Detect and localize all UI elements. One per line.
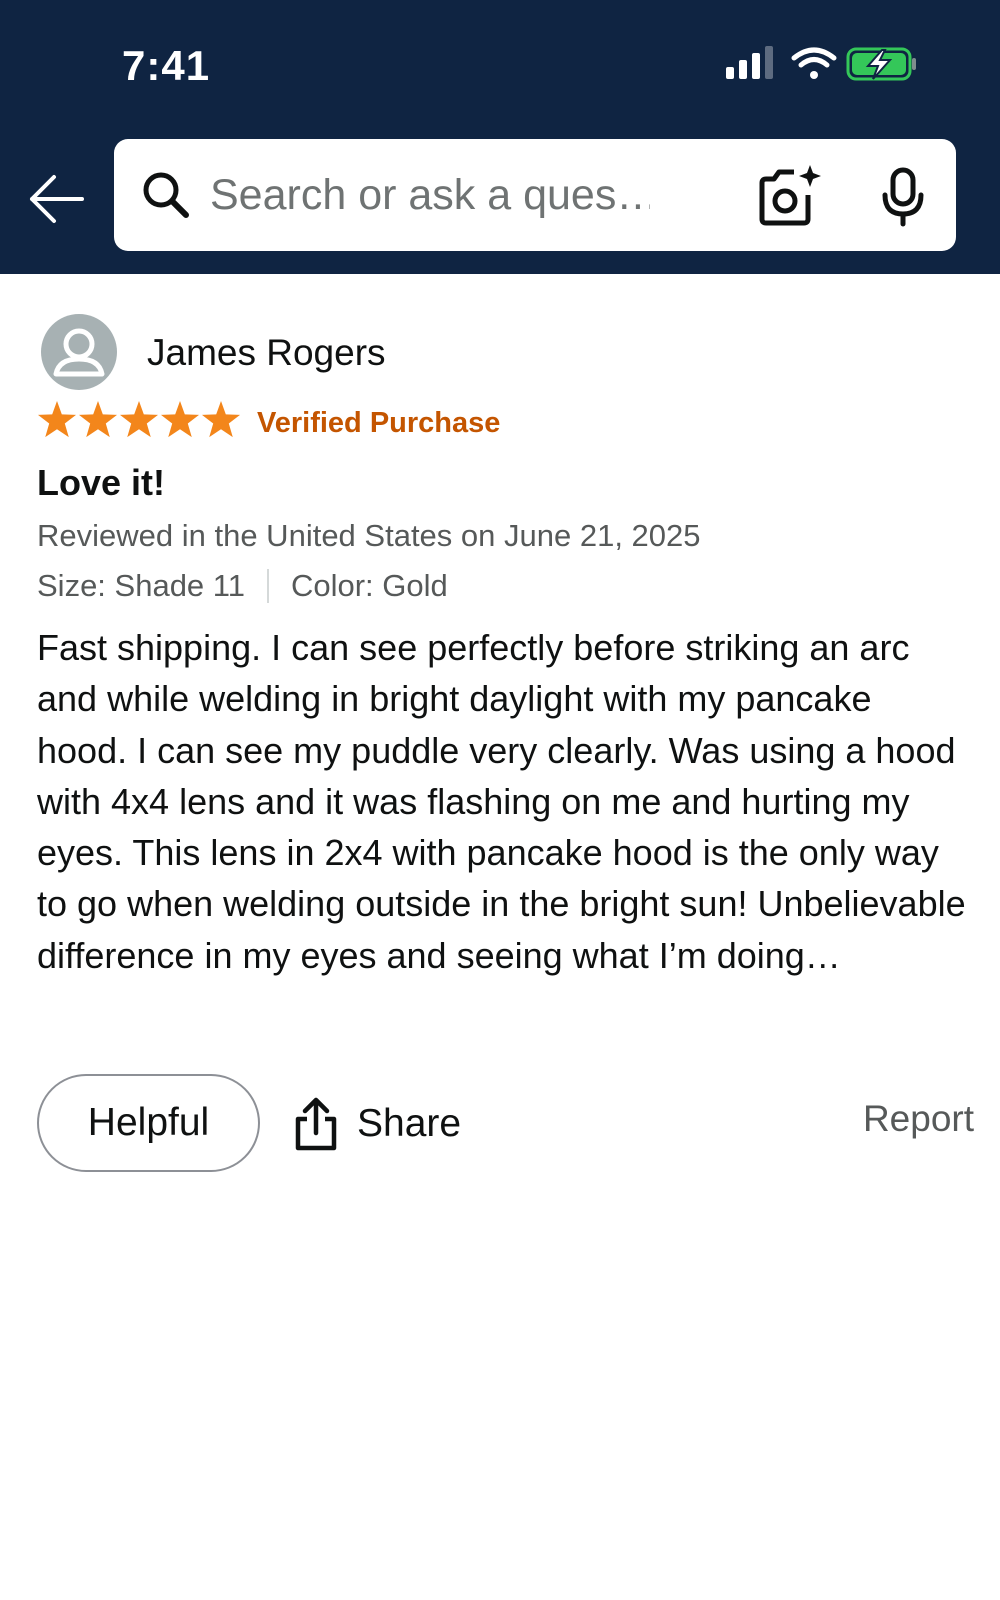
variant-divider bbox=[266, 569, 269, 603]
battery-charging-icon bbox=[846, 47, 916, 81]
star-icon bbox=[119, 401, 159, 438]
star-icon bbox=[160, 401, 200, 438]
search-icon bbox=[143, 172, 189, 218]
status-time: 7:41 bbox=[122, 42, 211, 89]
review-title: Love it! bbox=[37, 462, 166, 503]
top-header: 7:41 bbox=[0, 0, 1000, 274]
wifi-icon bbox=[791, 47, 837, 79]
helpful-button[interactable]: Helpful bbox=[37, 1074, 260, 1172]
microphone-icon[interactable] bbox=[880, 167, 926, 227]
search-input[interactable] bbox=[210, 163, 650, 227]
star-icon bbox=[201, 401, 241, 438]
variant-size: Size: Shade 11 bbox=[37, 568, 245, 603]
review-date: Reviewed in the United States on June 21… bbox=[37, 518, 701, 553]
status-icons bbox=[726, 46, 916, 81]
share-label: Share bbox=[357, 1102, 462, 1145]
report-link[interactable]: Report bbox=[863, 1098, 974, 1140]
star-rating bbox=[37, 401, 241, 438]
user-silhouette-icon bbox=[53, 328, 105, 377]
avatar[interactable] bbox=[41, 314, 117, 390]
star-icon bbox=[78, 401, 118, 438]
share-button[interactable]: Share bbox=[293, 1082, 461, 1166]
verified-purchase-badge: Verified Purchase bbox=[257, 407, 501, 439]
variant-info: Size: Shade 11 Color: Gold bbox=[37, 568, 448, 604]
variant-color: Color: Gold bbox=[290, 568, 448, 603]
camera-icon[interactable] bbox=[756, 165, 822, 227]
star-icon bbox=[37, 401, 77, 438]
review-body: Fast shipping. I can see perfectly befor… bbox=[37, 627, 966, 976]
share-icon bbox=[295, 1097, 337, 1151]
search-bar[interactable] bbox=[114, 139, 956, 251]
back-arrow-icon[interactable] bbox=[26, 168, 88, 230]
reviewer-name[interactable]: James Rogers bbox=[147, 332, 386, 374]
cellular-signal-icon bbox=[726, 46, 773, 79]
